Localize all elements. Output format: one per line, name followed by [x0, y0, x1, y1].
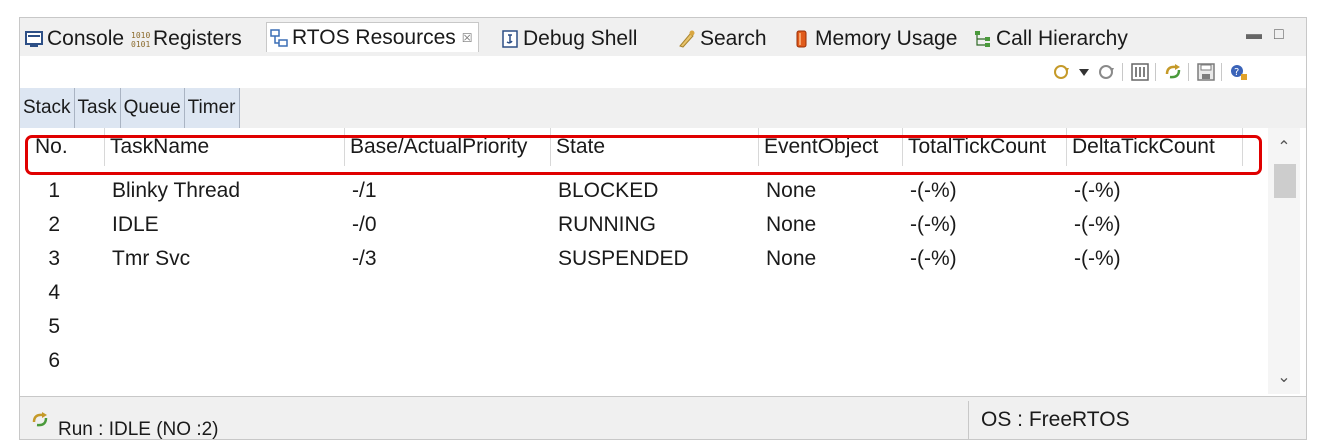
save-icon[interactable]: [1196, 62, 1216, 82]
cell-taskname: Tmr Svc: [112, 247, 191, 270]
column-header-priority[interactable]: Base/ActualPriority: [345, 128, 551, 166]
cell-state: SUSPENDED: [558, 247, 689, 270]
registers-icon: 1010 0101: [130, 29, 150, 49]
table-row[interactable]: 3 Tmr Svc -/3 SUSPENDED None -(-%) -(-%): [20, 242, 1264, 276]
inner-tabs: Stack Task Queue Timer: [20, 88, 240, 128]
column-header-totaltickcount[interactable]: TotalTickCount: [903, 128, 1067, 166]
cell-no: 1: [48, 179, 60, 202]
cell-eventobject: None: [766, 179, 817, 202]
tab-label: Memory Usage: [815, 27, 958, 50]
column-header-state[interactable]: State: [551, 128, 759, 166]
sync-icon[interactable]: [1163, 62, 1183, 82]
cell-no: 4: [48, 281, 60, 304]
table-row[interactable]: 1 Blinky Thread -/1 BLOCKED None -(-%) -…: [20, 174, 1264, 208]
run-status-text: Run : IDLE (NO :2): [58, 419, 219, 440]
tab-search[interactable]: Search: [677, 27, 767, 51]
refresh-icon[interactable]: [1097, 62, 1117, 82]
tab-label: Call Hierarchy: [996, 27, 1128, 50]
cell-deltatickcount: -(-%): [1074, 247, 1121, 270]
table-row[interactable]: 4: [20, 276, 1264, 310]
column-header-taskname[interactable]: TaskName: [105, 128, 345, 166]
inner-tab-bar: Stack Task Queue Timer: [20, 88, 1306, 128]
sync-icon: [30, 410, 50, 430]
scrollbar-thumb[interactable]: [1274, 164, 1296, 198]
status-bar: Run : IDLE (NO :2) OS : FreeRTOS: [20, 396, 1306, 440]
svg-text:?: ?: [1234, 67, 1239, 78]
vertical-scrollbar[interactable]: ⌃ ⌄: [1268, 128, 1300, 394]
tab-label: Debug Shell: [523, 27, 638, 50]
inner-tab-queue[interactable]: Queue: [121, 88, 185, 128]
tab-label: Registers: [153, 27, 242, 50]
view-tab-strip: Console 1010 0101 Registers RTOS Resource…: [20, 18, 1306, 56]
tab-registers[interactable]: 1010 0101 Registers: [130, 27, 242, 51]
toolbar-separator: [1122, 63, 1123, 81]
inner-tab-timer[interactable]: Timer: [185, 88, 239, 128]
table-row[interactable]: 5: [20, 310, 1264, 344]
maximize-icon[interactable]: □: [1274, 26, 1284, 44]
console-icon: [24, 29, 44, 49]
rtos-resources-icon: [269, 28, 289, 48]
help-icon[interactable]: ?: [1229, 62, 1249, 82]
cell-priority: -/0: [352, 213, 377, 236]
view-toolbar: ?: [20, 56, 1306, 88]
tab-label: RTOS Resources: [292, 25, 456, 49]
table-header: No. TaskName Base/ActualPriority State E…: [20, 128, 1264, 166]
task-table: No. TaskName Base/ActualPriority State E…: [20, 128, 1264, 394]
svg-text:0101: 0101: [131, 40, 150, 49]
os-status: OS : FreeRTOS: [981, 408, 1130, 431]
memory-usage-icon: [792, 29, 812, 49]
call-hierarchy-icon: [973, 29, 993, 49]
toolbar-separator: [1155, 63, 1156, 81]
tab-label: Console: [47, 27, 125, 50]
scroll-up-icon[interactable]: ⌃: [1268, 134, 1300, 160]
cell-no: 3: [48, 247, 60, 270]
column-header-no[interactable]: No.: [30, 128, 105, 166]
cell-totaltickcount: -(-%): [910, 179, 957, 202]
cell-no: 6: [48, 349, 60, 372]
cell-taskname: IDLE: [112, 213, 159, 236]
cell-priority: -/3: [352, 247, 377, 270]
close-tab-icon[interactable]: ☒: [462, 31, 473, 45]
minimize-icon[interactable]: ▬: [1246, 26, 1262, 44]
table-row[interactable]: 6: [20, 344, 1264, 378]
svg-text:1010: 1010: [131, 31, 150, 40]
debug-shell-icon: [500, 29, 520, 49]
tab-label: Search: [700, 27, 767, 50]
column-header-deltatickcount[interactable]: DeltaTickCount: [1067, 128, 1243, 166]
tab-debug-shell[interactable]: Debug Shell: [500, 27, 637, 51]
rtos-view-panel: Console 1010 0101 Registers RTOS Resource…: [19, 17, 1307, 440]
dropdown-arrow-icon[interactable]: [1077, 62, 1091, 82]
cell-eventobject: None: [766, 213, 817, 236]
column-header-eventobject[interactable]: EventObject: [759, 128, 903, 166]
cell-no: 5: [48, 315, 60, 338]
tab-rtos-resources[interactable]: RTOS Resources ☒: [266, 22, 479, 52]
cell-eventobject: None: [766, 247, 817, 270]
cell-priority: -/1: [352, 179, 377, 202]
cell-state: BLOCKED: [558, 179, 659, 202]
cell-no: 2: [48, 213, 60, 236]
column-settings-icon[interactable]: [1130, 62, 1150, 82]
toolbar-separator: [1188, 63, 1189, 81]
inner-tab-task[interactable]: Task: [75, 88, 121, 128]
cell-totaltickcount: -(-%): [910, 213, 957, 236]
cell-state: RUNNING: [558, 213, 656, 236]
inner-tab-stack[interactable]: Stack: [20, 88, 75, 128]
cell-deltatickcount: -(-%): [1074, 179, 1121, 202]
cell-deltatickcount: -(-%): [1074, 213, 1121, 236]
status-divider: [968, 401, 969, 439]
scroll-down-icon[interactable]: ⌄: [1268, 364, 1300, 390]
tab-memory-usage[interactable]: Memory Usage: [792, 27, 957, 51]
run-status: Run : IDLE (NO :2): [30, 412, 219, 440]
tab-console[interactable]: Console: [24, 27, 124, 51]
cell-totaltickcount: -(-%): [910, 247, 957, 270]
refresh-settings-icon[interactable]: [1052, 62, 1072, 82]
table-row[interactable]: 2 IDLE -/0 RUNNING None -(-%) -(-%): [20, 208, 1264, 242]
search-icon: [677, 29, 697, 49]
cell-taskname: Blinky Thread: [112, 179, 241, 202]
toolbar-separator: [1221, 63, 1222, 81]
tab-call-hierarchy[interactable]: Call Hierarchy: [973, 27, 1128, 51]
